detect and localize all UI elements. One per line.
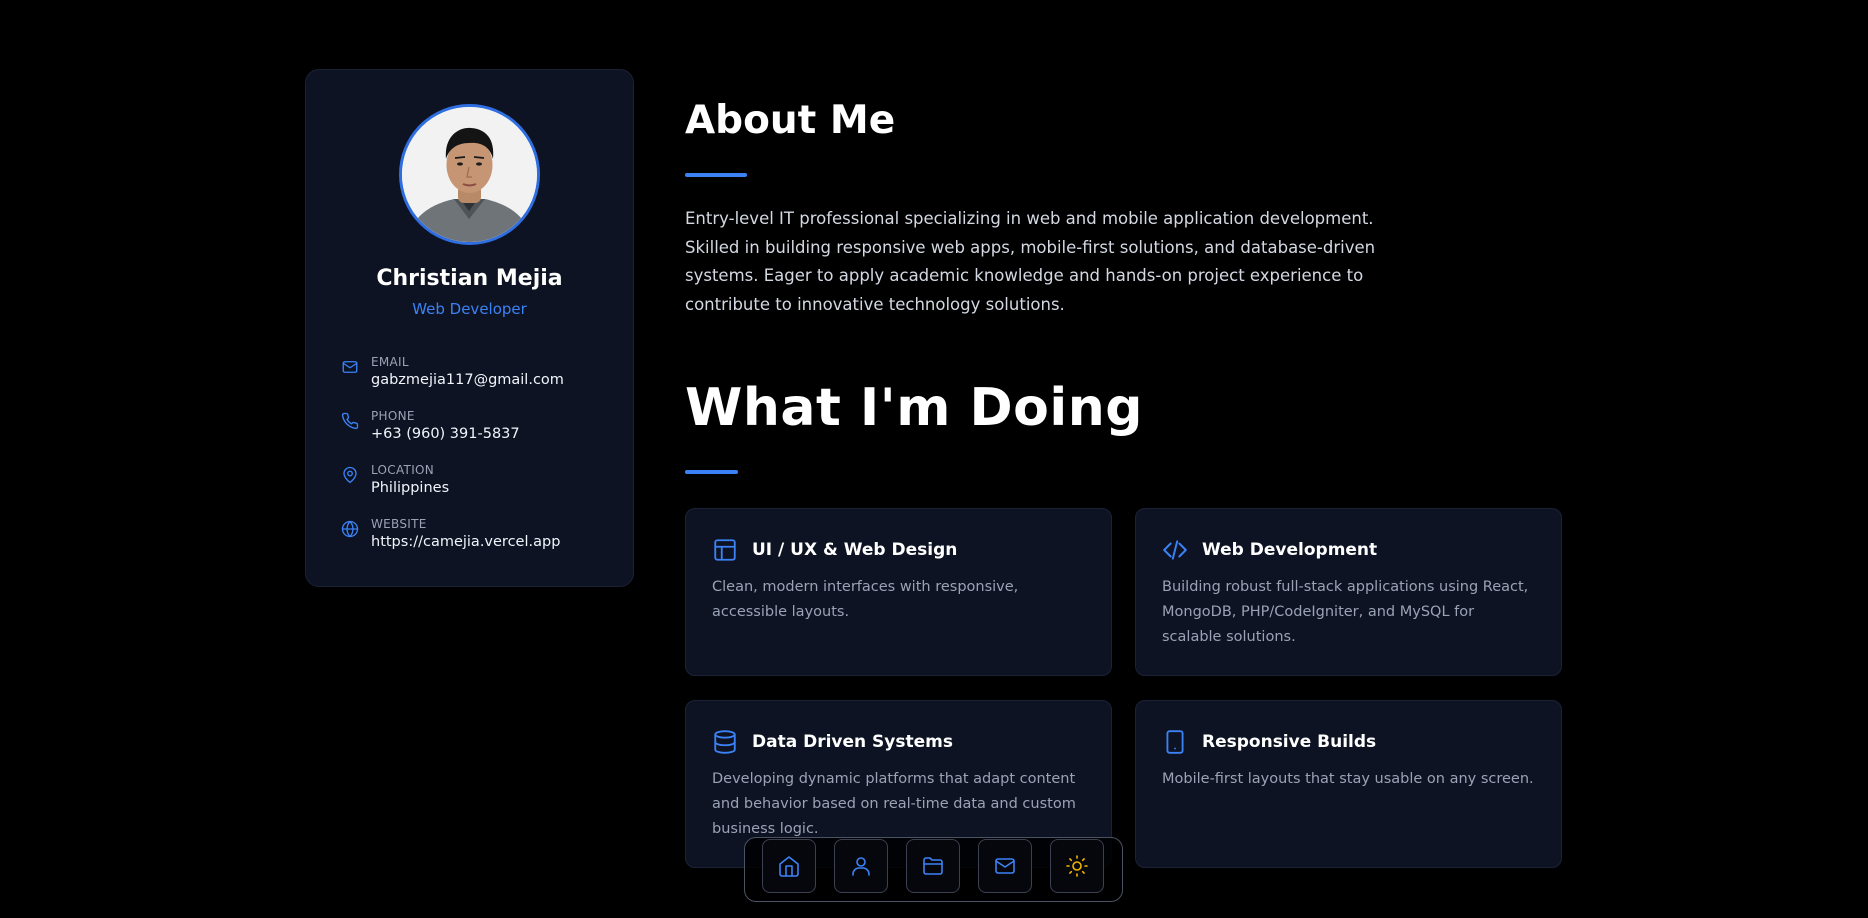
about-accent-bar	[685, 173, 747, 177]
service-card-responsive: Responsive Builds Mobile-first layouts t…	[1135, 700, 1562, 868]
service-card-webdev: Web Development Building robust full-sta…	[1135, 508, 1562, 676]
contact-list: EMAIL gabzmejia117@gmail.com PHONE +63 (…	[341, 355, 611, 571]
about-text: Entry-level IT professional specializing…	[685, 209, 1376, 314]
service-card-uiux: UI / UX & Web Design Clean, modern inter…	[685, 508, 1112, 676]
page: Christian Mejia Web Developer EMAIL gabz…	[0, 0, 1868, 918]
mail-icon	[342, 361, 358, 373]
about-title: About Me	[685, 98, 896, 143]
service-description: Mobile-first layouts that stay usable on…	[1162, 771, 1534, 787]
user-icon	[852, 857, 870, 876]
profile-name: Christian Mejia	[376, 266, 563, 291]
contact-website-link[interactable]: https://camejia.vercel.app	[371, 534, 560, 550]
contact-label: LOCATION	[371, 463, 435, 477]
service-title: Responsive Builds	[1202, 732, 1377, 752]
contact-location: LOCATION Philippines	[341, 463, 611, 517]
contact-email-value[interactable]: gabzmejia117@gmail.com	[371, 372, 564, 388]
doing-title: What I'm Doing	[685, 378, 1143, 438]
contact-location-value: Philippines	[371, 480, 450, 496]
service-title: Data Driven Systems	[752, 732, 953, 752]
service-title: Web Development	[1202, 540, 1378, 560]
contact-label: PHONE	[371, 409, 415, 423]
phone-icon	[341, 412, 359, 430]
contact-email: EMAIL gabzmejia117@gmail.com	[341, 355, 611, 409]
doing-accent-bar	[685, 470, 738, 474]
globe-icon	[341, 520, 359, 538]
code-icon	[1163, 540, 1187, 560]
service-description: Developing dynamic platforms that adapt …	[712, 771, 1076, 837]
nav-about-button[interactable]	[834, 839, 888, 893]
profile-role: Web Developer	[412, 300, 527, 318]
contact-phone-value[interactable]: +63 (960) 391-5837	[371, 426, 520, 442]
service-description: Clean, modern interfaces with responsive…	[712, 579, 1019, 620]
map-pin-icon	[343, 466, 357, 484]
home-icon	[779, 856, 799, 877]
folder-icon	[923, 857, 943, 875]
contact-website: WEBSITE https://camejia.vercel.app	[341, 517, 611, 571]
theme-toggle-button[interactable]	[1050, 839, 1104, 893]
contact-label: EMAIL	[371, 355, 409, 369]
sun-icon	[1066, 855, 1088, 877]
contact-label: WEBSITE	[371, 517, 427, 531]
avatar	[399, 104, 540, 245]
nav-contact-button[interactable]	[978, 839, 1032, 893]
mail-icon	[995, 858, 1015, 874]
smartphone-icon	[1166, 730, 1184, 754]
bottom-dock-nav	[744, 837, 1123, 902]
service-title: UI / UX & Web Design	[752, 540, 958, 560]
nav-home-button[interactable]	[762, 839, 816, 893]
service-description: Building robust full-stack applications …	[1162, 579, 1529, 645]
nav-projects-button[interactable]	[906, 839, 960, 893]
profile-card: Christian Mejia Web Developer EMAIL gabz…	[305, 69, 634, 587]
database-icon	[714, 730, 736, 754]
layout-icon	[714, 539, 736, 561]
contact-phone: PHONE +63 (960) 391-5837	[341, 409, 611, 463]
